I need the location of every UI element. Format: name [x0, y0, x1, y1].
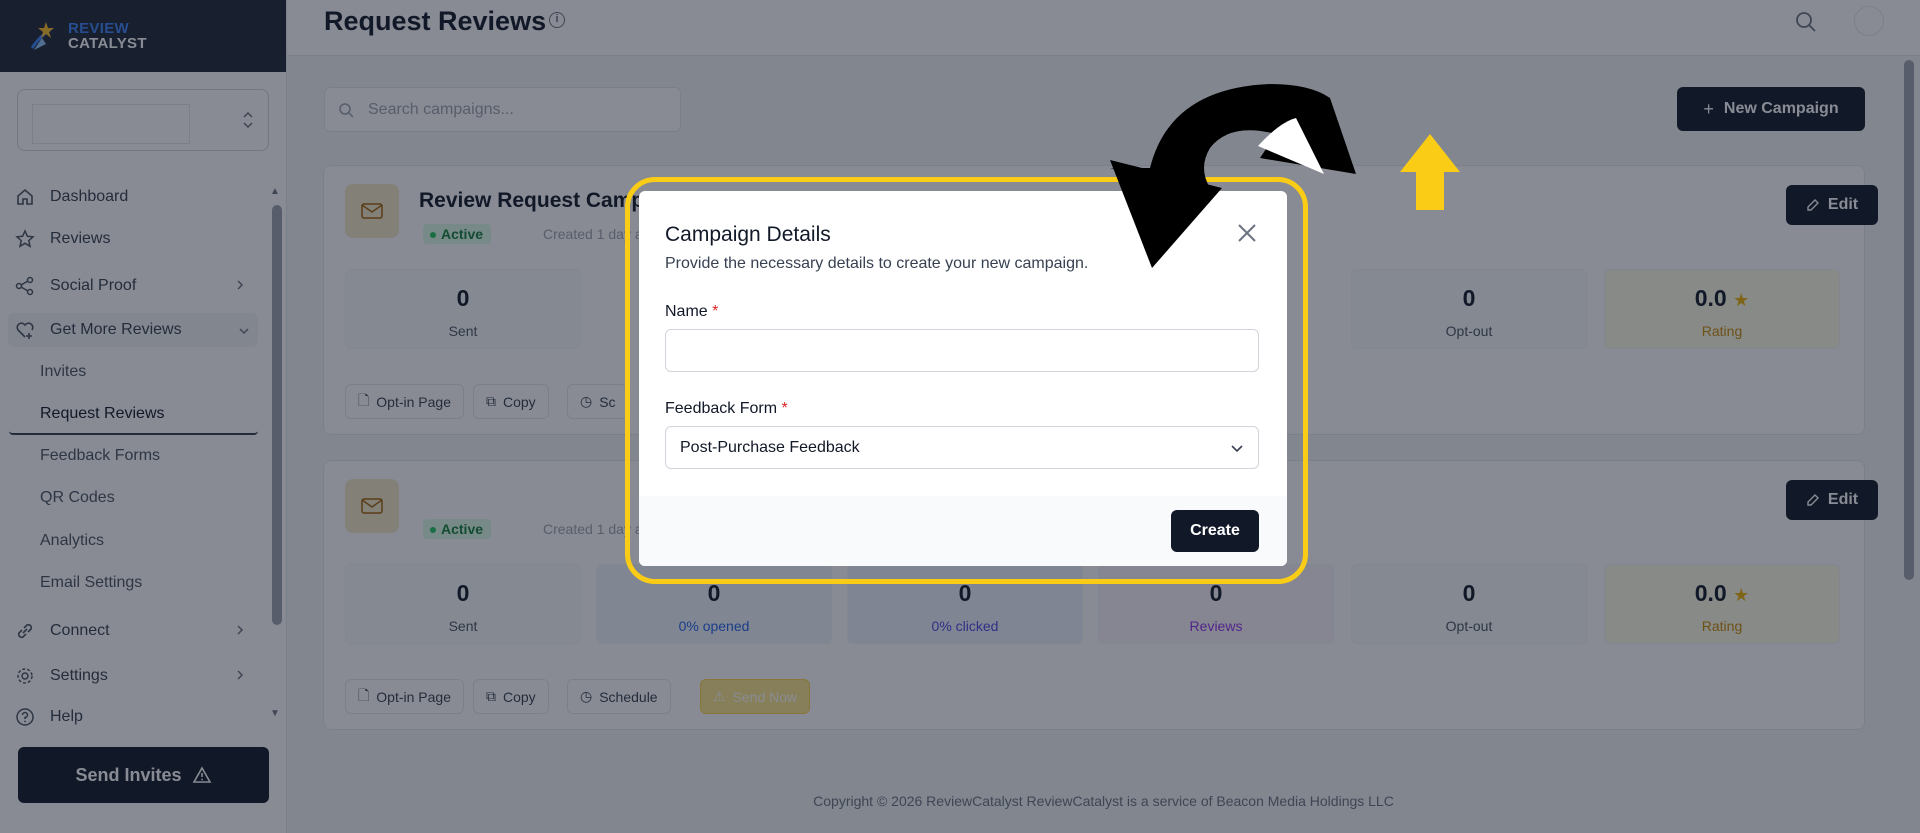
annotation-arrow-up-icon	[1400, 134, 1460, 210]
annotation-curved-arrow-icon	[1110, 84, 1356, 268]
